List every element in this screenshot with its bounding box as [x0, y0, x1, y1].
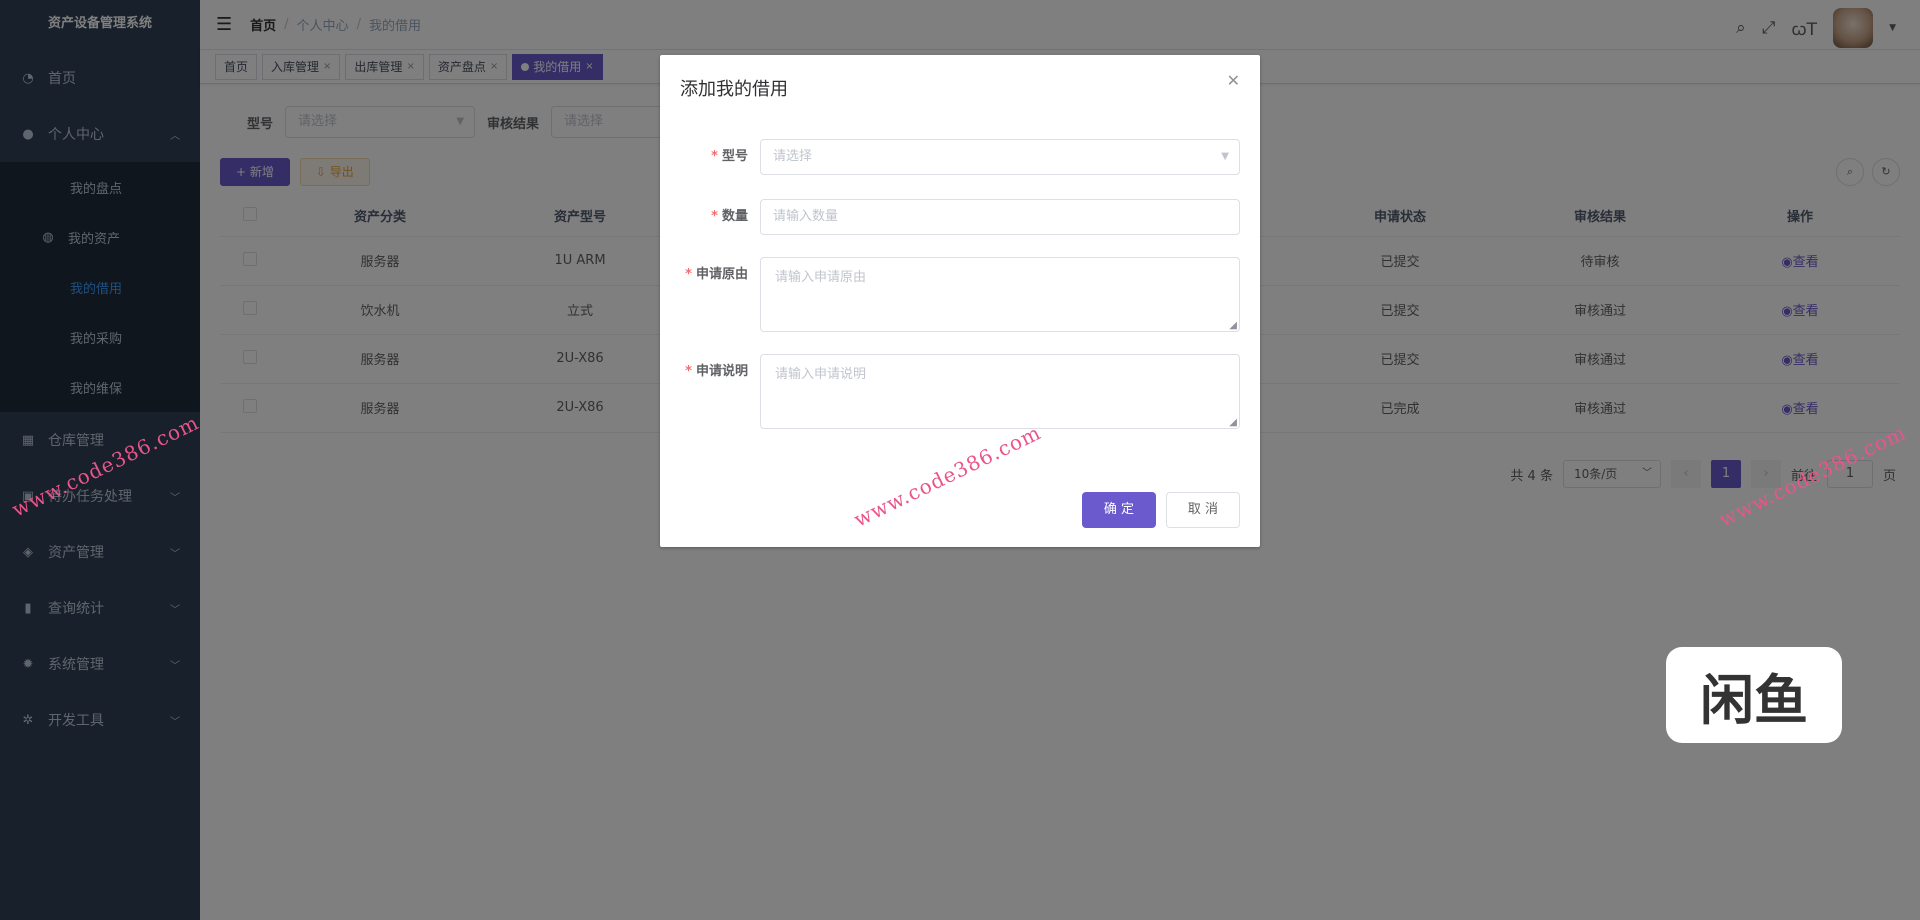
field-label-text: 申请说明 [695, 364, 748, 379]
cancel-button[interactable]: 取 消 [1166, 492, 1240, 528]
required-mark: * [685, 364, 692, 379]
field-label: * 申请原由 [660, 257, 760, 293]
model-select[interactable]: 请选择 ▼ [760, 139, 1240, 175]
chevron-down-icon: ▼ [1221, 151, 1229, 162]
form-row-quantity: * 数量 请输入数量 [660, 199, 1240, 235]
resize-handle-icon[interactable]: ◢ [1229, 417, 1237, 428]
description-textarea[interactable]: 请输入申请说明 ◢ [760, 354, 1240, 429]
textarea-placeholder: 请输入申请原由 [775, 270, 867, 285]
field-label-text: 申请原由 [695, 267, 748, 282]
form-row-reason: * 申请原由 请输入申请原由 ◢ [660, 257, 1240, 332]
field-label-text: 数量 [721, 209, 748, 224]
select-placeholder: 请选择 [773, 149, 813, 164]
field-label: * 型号 [660, 139, 760, 175]
reason-textarea[interactable]: 请输入申请原由 ◢ [760, 257, 1240, 332]
quantity-input[interactable]: 请输入数量 [760, 199, 1240, 235]
required-mark: * [711, 209, 718, 224]
required-mark: * [685, 267, 692, 282]
form-row-model: * 型号 请选择 ▼ [660, 139, 1240, 175]
textarea-placeholder: 请输入申请说明 [775, 367, 867, 382]
required-mark: * [711, 149, 718, 164]
field-label: * 数量 [660, 199, 760, 235]
field-label-text: 型号 [721, 149, 748, 164]
input-placeholder: 请输入数量 [773, 209, 839, 224]
field-label: * 申请说明 [660, 354, 760, 390]
dialog-title: 添加我的借用 [680, 79, 788, 100]
xianyu-logo: 闲鱼 [1666, 647, 1842, 743]
close-icon[interactable]: ✕ [1227, 71, 1240, 90]
confirm-button[interactable]: 确 定 [1082, 492, 1156, 528]
form-row-description: * 申请说明 请输入申请说明 ◢ [660, 354, 1240, 429]
resize-handle-icon[interactable]: ◢ [1229, 320, 1237, 331]
